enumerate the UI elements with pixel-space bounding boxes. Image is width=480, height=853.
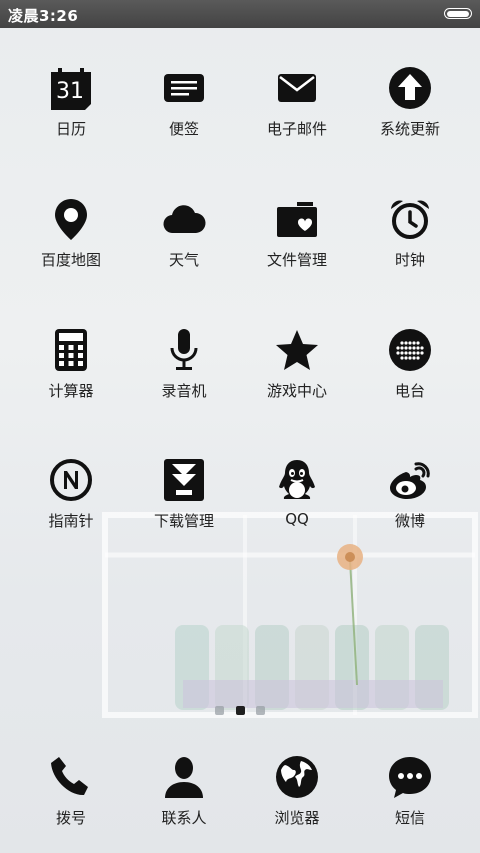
- page-dot[interactable]: [215, 706, 224, 715]
- page-indicator: [0, 703, 480, 717]
- app-label: 便签: [168, 120, 199, 138]
- app-game-center[interactable]: 游戏中心: [237, 306, 357, 416]
- app-label: 计算器: [48, 382, 94, 400]
- envelope-icon: [275, 66, 319, 110]
- dock-phone[interactable]: 拨号: [11, 733, 131, 843]
- app-label: 浏览器: [274, 809, 320, 827]
- app-label: 指南针: [48, 512, 94, 530]
- app-label: 联系人: [161, 809, 207, 827]
- app-label: 电台: [394, 382, 425, 400]
- status-time: 凌晨3:26: [8, 7, 79, 25]
- weibo-icon: [388, 458, 432, 502]
- app-label: QQ: [285, 510, 309, 528]
- app-label: 游戏中心: [266, 382, 327, 400]
- chat-bubble-icon: [388, 755, 432, 799]
- cloud-icon: [162, 197, 206, 241]
- app-weibo[interactable]: 微博: [350, 436, 470, 546]
- app-downloads[interactable]: 下载管理: [124, 436, 244, 546]
- compass-icon: [49, 458, 93, 502]
- app-email[interactable]: 电子邮件: [237, 44, 357, 154]
- app-label: 天气: [168, 251, 199, 269]
- app-label: 电子邮件: [266, 120, 327, 138]
- dock-messages[interactable]: 短信: [350, 733, 470, 843]
- status-bar: 凌晨3:26: [0, 0, 480, 28]
- app-label: 文件管理: [266, 251, 327, 269]
- battery-icon: [444, 8, 472, 19]
- microphone-icon: [162, 328, 206, 372]
- star-icon: [275, 328, 319, 372]
- app-notes[interactable]: 便签: [124, 44, 244, 154]
- app-clock[interactable]: 时钟: [350, 175, 470, 285]
- download-icon: [162, 458, 206, 502]
- person-icon: [162, 755, 206, 799]
- app-compass[interactable]: 指南针: [11, 436, 131, 546]
- calendar-icon: 31: [49, 66, 93, 110]
- app-calculator[interactable]: 计算器: [11, 306, 131, 416]
- qq-penguin-icon: [275, 458, 319, 502]
- app-system-update[interactable]: 系统更新: [350, 44, 470, 154]
- app-file-manager[interactable]: 文件管理: [237, 175, 357, 285]
- app-calendar[interactable]: 31 日历: [11, 44, 131, 154]
- calendar-date: 31: [56, 79, 84, 104]
- page-dot[interactable]: [256, 706, 265, 715]
- dock-contacts[interactable]: 联系人: [124, 733, 244, 843]
- app-maps[interactable]: 百度地图: [11, 175, 131, 285]
- calculator-icon: [49, 328, 93, 372]
- app-label: 百度地图: [40, 251, 101, 269]
- notes-icon: [162, 66, 206, 110]
- app-label: 短信: [394, 809, 425, 827]
- arrow-up-circle-icon: [388, 66, 432, 110]
- app-recorder[interactable]: 录音机: [124, 306, 244, 416]
- app-label: 日历: [55, 120, 86, 138]
- app-label: 拨号: [55, 809, 86, 827]
- app-label: 系统更新: [379, 120, 440, 138]
- map-pin-icon: [49, 197, 93, 241]
- app-radio[interactable]: 电台: [350, 306, 470, 416]
- app-label: 微博: [394, 512, 425, 530]
- alarm-clock-icon: [388, 197, 432, 241]
- radio-speaker-icon: [388, 328, 432, 372]
- app-label: 录音机: [161, 382, 207, 400]
- app-label: 下载管理: [153, 512, 214, 530]
- app-qq[interactable]: QQ: [237, 436, 357, 546]
- dock-browser[interactable]: 浏览器: [237, 733, 357, 843]
- folder-heart-icon: [275, 197, 319, 241]
- globe-icon: [275, 755, 319, 799]
- page-dot-active[interactable]: [236, 706, 245, 715]
- app-weather[interactable]: 天气: [124, 175, 244, 285]
- app-label: 时钟: [394, 251, 425, 269]
- phone-icon: [49, 755, 93, 799]
